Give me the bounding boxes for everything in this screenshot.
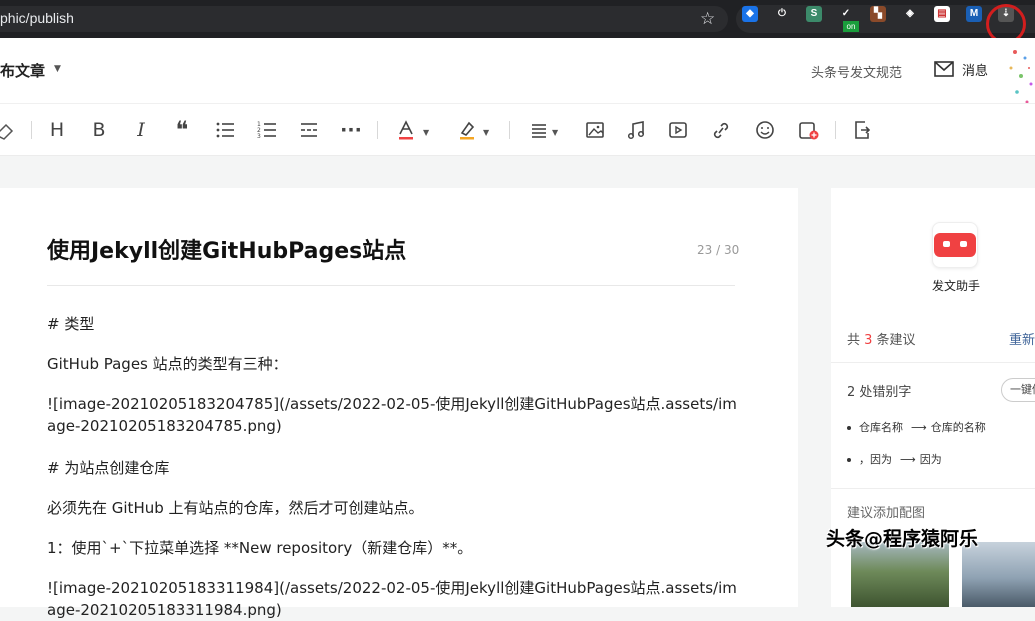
caret-down-icon[interactable]: ▼ — [483, 128, 489, 137]
typo-from: ，因为 — [859, 453, 892, 466]
toolbar-divider — [835, 121, 836, 139]
image-icon[interactable] — [585, 119, 605, 141]
translate-extension-icon[interactable]: ◈ — [902, 6, 918, 22]
extension-on-badge: on — [843, 21, 859, 32]
address-bar[interactable]: phic/publish ☆ — [0, 6, 728, 32]
svg-text:3: 3 — [257, 133, 261, 140]
editor-panel[interactable]: 使用Jekyll创建GitHubPages站点 23 / 30 # 类型 Git… — [0, 188, 798, 619]
align-icon[interactable] — [530, 119, 548, 141]
paragraph[interactable]: # 为站点创建仓库 — [47, 457, 737, 479]
typo-to: 仓库的名称 — [930, 421, 986, 434]
eraser-icon[interactable] — [0, 119, 14, 141]
paragraph[interactable]: 1：使用`+`下拉菜单选择 **New repository（新建仓库）**。 — [47, 537, 737, 559]
bold-button[interactable]: B — [90, 119, 108, 141]
typo-to: 因为 — [919, 453, 942, 466]
heading-button[interactable]: H — [48, 119, 66, 141]
caret-down-icon[interactable]: ▼ — [423, 128, 429, 137]
note-extension-icon[interactable]: ▤ — [934, 6, 950, 22]
typo-item[interactable]: ，因为 ⟶ 因为 — [847, 451, 942, 467]
paragraph[interactable]: 必须先在 GitHub 上有站点的仓库，然后才可创建站点。 — [47, 497, 737, 519]
caret-down-icon[interactable]: ▼ — [54, 64, 61, 74]
power-extension-icon[interactable]: ⏻ — [774, 6, 790, 22]
publish-rules-link[interactable]: 头条号发文规范 — [811, 62, 902, 81]
paragraph[interactable]: ![image-20210205183204785](/assets/2022-… — [47, 393, 737, 437]
toolbar-divider — [31, 121, 32, 139]
paragraph[interactable]: ![image-20210205183311984](/assets/2022-… — [47, 577, 737, 621]
paragraph[interactable]: # 类型 — [47, 313, 737, 335]
bookmark-star-icon[interactable]: ☆ — [700, 9, 715, 29]
messages-label[interactable]: 消息 — [962, 60, 988, 79]
robot-icon — [932, 222, 978, 268]
suggestion-prefix: 共 — [847, 333, 865, 348]
arrow-right-icon: ⟶ — [900, 453, 916, 466]
divider-line-icon[interactable] — [299, 119, 319, 141]
one-click-fix-button[interactable]: 一键修改 — [1001, 378, 1035, 402]
suggested-image-thumbnail[interactable] — [962, 542, 1035, 607]
compass-extension-icon[interactable]: ◆ — [742, 6, 758, 22]
more-button[interactable]: ··· — [340, 119, 362, 141]
numbered-list-icon[interactable]: 123 — [257, 119, 277, 141]
font-color-icon[interactable] — [396, 119, 416, 141]
insert-card-icon[interactable] — [798, 119, 820, 141]
toolbar-divider — [509, 121, 510, 139]
publish-article-menu[interactable]: 布文章 — [0, 60, 45, 81]
paragraph[interactable]: GitHub Pages 站点的类型有三种： — [47, 353, 737, 375]
italic-button[interactable]: I — [132, 119, 150, 141]
mail-icon[interactable] — [934, 61, 954, 81]
music-icon[interactable] — [626, 119, 646, 141]
title-char-count: 23 / 30 — [697, 243, 740, 257]
recheck-link[interactable]: 重新检测 — [1009, 329, 1035, 348]
suggestion-suffix: 条建议 — [872, 333, 916, 348]
arrow-right-icon: ⟶ — [911, 421, 927, 434]
watermark: 头条@程序猿阿乐 — [826, 528, 979, 550]
bullet-list-icon[interactable] — [215, 119, 235, 141]
image-suggestion-heading: 建议添加配图 — [847, 506, 926, 521]
section-divider — [831, 362, 1035, 363]
quote-button[interactable]: ❝ — [172, 118, 192, 142]
typo-item[interactable]: 仓库名称 ⟶ 仓库的名称 — [847, 419, 986, 435]
import-doc-icon[interactable] — [852, 119, 872, 141]
caret-down-icon[interactable]: ▼ — [552, 128, 558, 137]
video-icon[interactable] — [668, 119, 688, 141]
editor-toolbar: H B I ❝ 123 ··· ▼ ▼ ▼ — [0, 103, 1035, 156]
highlight-color-icon[interactable] — [457, 119, 477, 141]
browser-toolbar: phic/publish ☆ ◆ ⏻ S ✓ ▚ ◈ ▤ M ⇣ on — [0, 0, 1035, 44]
emoji-icon[interactable] — [754, 119, 776, 141]
suggested-image-thumbnail[interactable] — [851, 542, 949, 607]
page-header: 布文章 ▼ 头条号发文规范 消息 — [0, 38, 1035, 136]
suggestion-count: 共 3 条建议 — [847, 329, 916, 348]
article-title-input[interactable]: 使用Jekyll创建GitHubPages站点 — [47, 233, 406, 265]
check-extension-icon[interactable]: ✓ — [838, 6, 854, 22]
toolbar-divider — [377, 121, 378, 139]
assistant-name: 发文助手 — [932, 279, 981, 293]
m-extension-icon[interactable]: M — [966, 6, 982, 22]
link-icon[interactable] — [711, 119, 731, 141]
url-text[interactable]: phic/publish — [0, 10, 74, 26]
title-divider — [47, 285, 735, 286]
typo-heading: 2 处错别字 — [847, 385, 912, 400]
ruler-extension-icon[interactable]: ▚ — [870, 6, 886, 22]
typo-from: 仓库名称 — [859, 421, 903, 434]
s-extension-icon[interactable]: S — [806, 6, 822, 22]
